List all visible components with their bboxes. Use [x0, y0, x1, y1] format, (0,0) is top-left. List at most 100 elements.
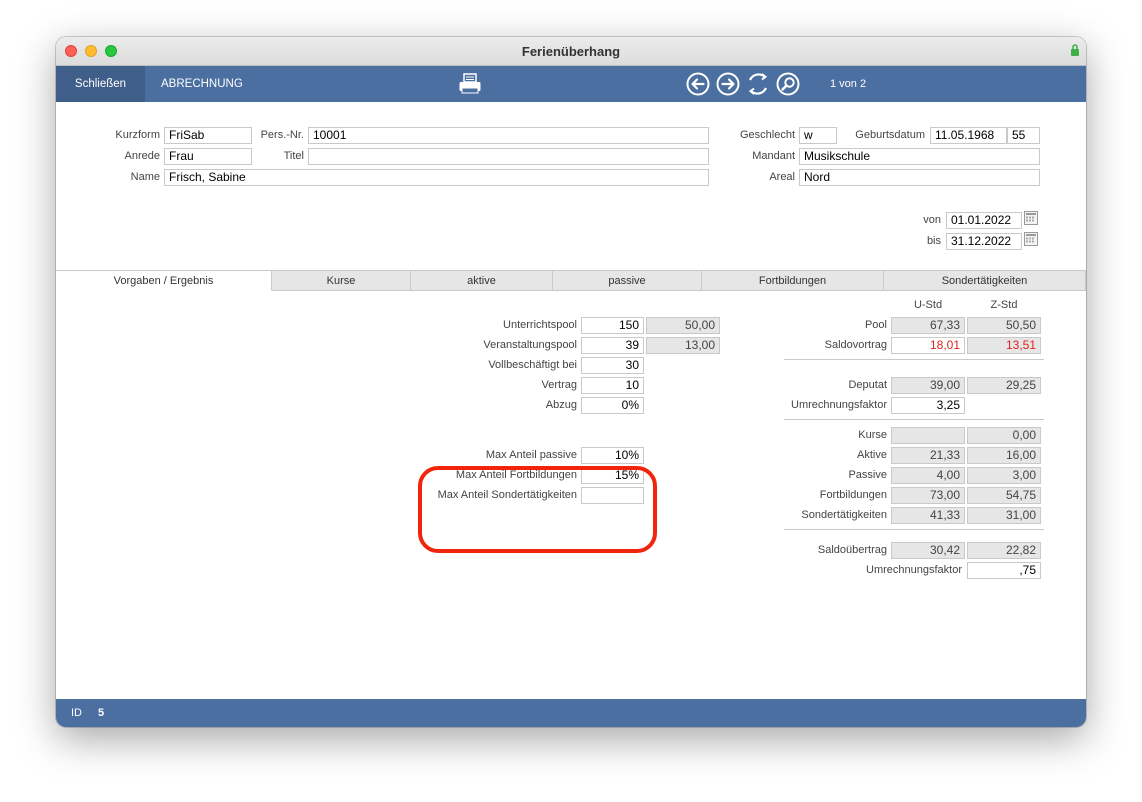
calendar-icon[interactable]: [1024, 211, 1038, 225]
tab-fortbildungen[interactable]: Fortbildungen: [702, 270, 884, 291]
tab-passive[interactable]: passive: [553, 270, 702, 291]
divider: [784, 419, 1044, 420]
deputat-z-value: 29,25: [967, 377, 1041, 394]
unterrichtspool-label: Unterrichtspool: [503, 319, 577, 331]
passive-z-value: 3,00: [967, 467, 1041, 484]
saldouebertrag-z-value: 22,82: [967, 542, 1041, 559]
bis-date-field[interactable]: 31.12.2022: [946, 233, 1022, 250]
areal-label: Areal: [769, 171, 795, 183]
name-label: Name: [130, 171, 160, 183]
pool-label: Pool: [864, 319, 887, 331]
calendar-icon[interactable]: [1024, 232, 1038, 246]
pool-u-value: 67,33: [891, 317, 965, 334]
geburtsdatum-label: Geburtsdatum: [855, 129, 925, 141]
refresh-icon[interactable]: [746, 72, 770, 96]
kurse-u-value: [891, 427, 965, 444]
saldovortrag-z-value: 13,51: [967, 337, 1041, 354]
search-icon[interactable]: [776, 72, 800, 96]
aktive-z-value: 16,00: [967, 447, 1041, 464]
geschlecht-label: Geschlecht: [739, 129, 795, 141]
fortbildungen-label: Fortbildungen: [819, 489, 887, 501]
divider: [784, 529, 1044, 530]
passive-label: Passive: [848, 469, 887, 481]
geburtsdatum-field[interactable]: 11.05.1968: [930, 127, 1007, 144]
id-label: ID: [71, 707, 82, 719]
fortbildungen-u-value: 73,00: [891, 487, 965, 504]
umrechnungsfaktor-label: Umrechnungsfaktor: [791, 399, 887, 411]
veranstaltungspool-z-value: 13,00: [646, 337, 720, 354]
id-value: 5: [98, 707, 105, 719]
umrechnungsfaktor-field[interactable]: 3,25: [891, 397, 965, 414]
umrechnungsfaktor-2-field[interactable]: ,75: [967, 562, 1041, 579]
saldovortrag-u-field[interactable]: 18,01: [891, 337, 965, 354]
abzug-field[interactable]: 0%: [581, 397, 644, 414]
aktive-u-value: 21,33: [891, 447, 965, 464]
umrechnungsfaktor-2-label: Umrechnungsfaktor: [866, 564, 962, 576]
saldovortrag-label: Saldovortrag: [824, 339, 887, 351]
deputat-label: Deputat: [848, 379, 887, 391]
kurse-z-value: 0,00: [967, 427, 1041, 444]
vertrag-label: Vertrag: [541, 379, 577, 391]
veranstaltungspool-field[interactable]: 39: [581, 337, 644, 354]
tab-bar: Vorgaben / Ergebnis Kurse aktive passive…: [56, 270, 1086, 291]
veranstaltungspool-label: Veranstaltungspool: [483, 339, 577, 351]
von-label: von: [923, 214, 941, 226]
fortbildungen-z-value: 54,75: [967, 487, 1041, 504]
unterrichtspool-z-value: 50,00: [646, 317, 720, 334]
abrechnung-button[interactable]: ABRECHNUNG: [145, 66, 259, 102]
window-title: Ferienüberhang: [521, 44, 621, 59]
geschlecht-field[interactable]: w: [799, 127, 837, 144]
tab-vorgaben-ergebnis[interactable]: Vorgaben / Ergebnis: [56, 270, 272, 291]
persnr-label: Pers.-Nr.: [260, 129, 304, 141]
saldouebertrag-label: Saldoübertrag: [817, 544, 887, 556]
kurzform-label: Kurzform: [115, 129, 160, 141]
title-bar: Ferienüberhang: [56, 37, 1086, 66]
toolbar: Schließen ABRECHNUNG 1 von 2: [56, 66, 1086, 102]
lock-icon: [1071, 44, 1079, 56]
sondertaetigkeiten-label: Sondertätigkeiten: [801, 509, 887, 521]
pool-z-value: 50,50: [967, 317, 1041, 334]
saldouebertrag-u-value: 30,42: [891, 542, 965, 559]
form-content: Kurzform FriSab Pers.-Nr. 10001 Anrede F…: [56, 102, 1086, 699]
tab-kurse[interactable]: Kurse: [272, 270, 411, 291]
passive-u-value: 4,00: [891, 467, 965, 484]
kurzform-field[interactable]: FriSab: [164, 127, 252, 144]
tab-sondertaetigkeiten[interactable]: Sondertätigkeiten: [884, 270, 1086, 291]
max-passive-label: Max Anteil passive: [485, 449, 577, 461]
name-field[interactable]: Frisch, Sabine: [164, 169, 709, 186]
aktive-label: Aktive: [857, 449, 887, 461]
previous-record-icon[interactable]: [686, 72, 710, 96]
max-passive-field[interactable]: 10%: [581, 447, 644, 464]
mandant-field[interactable]: Musikschule: [799, 148, 1040, 165]
vollbeschaeftigt-label: Vollbeschäftigt bei: [488, 359, 577, 371]
deputat-u-value: 39,00: [891, 377, 965, 394]
divider: [784, 359, 1044, 360]
vollbeschaeftigt-field[interactable]: 30: [581, 357, 644, 374]
printer-icon[interactable]: [458, 73, 482, 95]
vertrag-field[interactable]: 10: [581, 377, 644, 394]
anrede-field[interactable]: Frau: [164, 148, 252, 165]
record-counter: 1 von 2: [830, 78, 867, 90]
sondertaetigkeiten-u-value: 41,33: [891, 507, 965, 524]
col-u-std-header: U-Std: [913, 299, 943, 311]
status-bar: ID 5: [56, 699, 1086, 727]
titel-label: Titel: [283, 150, 304, 162]
abzug-label: Abzug: [545, 399, 577, 411]
next-record-icon[interactable]: [716, 72, 740, 96]
areal-field[interactable]: Nord: [799, 169, 1040, 186]
highlight-annotation: [418, 466, 657, 553]
app-window: Ferienüberhang Schließen ABRECHNUNG 1 vo…: [56, 37, 1086, 727]
sondertaetigkeiten-z-value: 31,00: [967, 507, 1041, 524]
von-date-field[interactable]: 01.01.2022: [946, 212, 1022, 229]
tab-aktive[interactable]: aktive: [411, 270, 553, 291]
persnr-field[interactable]: 10001: [308, 127, 709, 144]
anrede-label: Anrede: [124, 150, 160, 162]
col-z-std-header: Z-Std: [990, 299, 1018, 311]
mandant-label: Mandant: [752, 150, 795, 162]
titel-field[interactable]: [308, 148, 709, 165]
schliessen-button[interactable]: Schließen: [56, 66, 145, 102]
kurse-label: Kurse: [858, 429, 887, 441]
unterrichtspool-field[interactable]: 150: [581, 317, 644, 334]
alter-field[interactable]: 55: [1007, 127, 1040, 144]
bis-label: bis: [926, 235, 941, 247]
